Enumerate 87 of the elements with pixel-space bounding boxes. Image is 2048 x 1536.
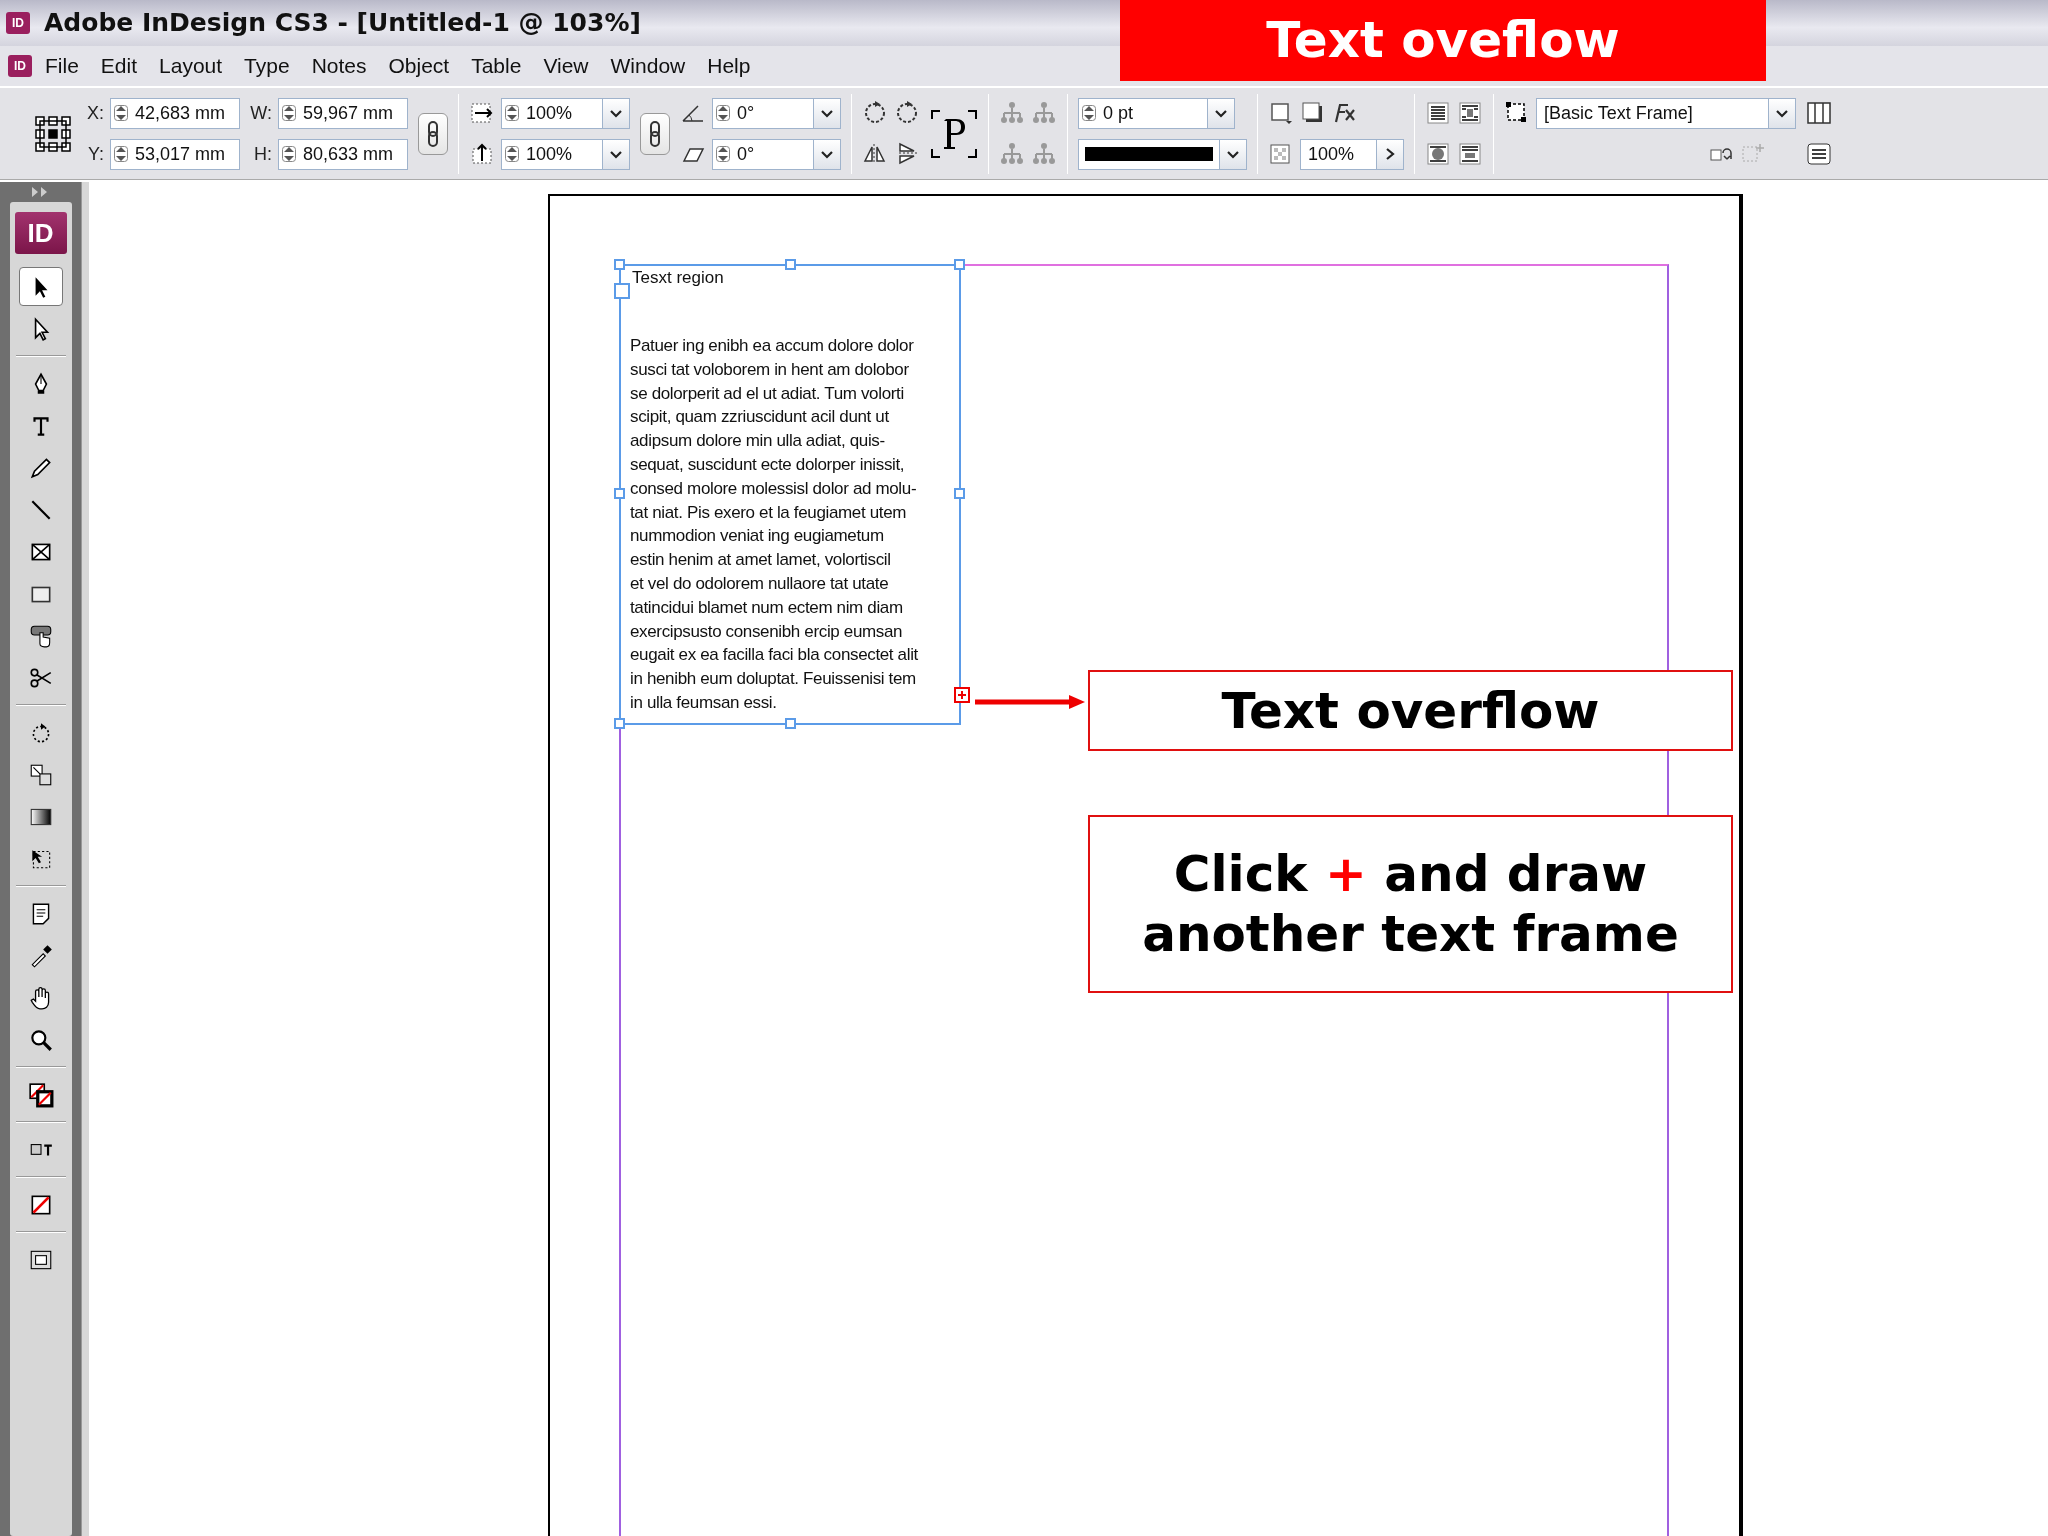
app-icon: ID xyxy=(8,55,32,77)
field-label: H: xyxy=(253,142,272,166)
field-label: X: xyxy=(86,101,104,125)
fill-stroke-icon xyxy=(27,1081,54,1108)
caret-icon xyxy=(1226,148,1240,160)
menu-item[interactable]: Object xyxy=(379,48,459,84)
panel-menu-icon[interactable] xyxy=(1806,141,1832,167)
app-logo: ID xyxy=(14,212,67,254)
jump-object-icon[interactable] xyxy=(1457,141,1483,167)
menu-item[interactable]: Table xyxy=(462,48,531,84)
stroke-swatch-icon xyxy=(1085,147,1213,161)
chevron-right-icon xyxy=(1384,147,1396,161)
window-title: Adobe InDesign CS3 - [Untitled-1 @ 103%] xyxy=(44,7,641,40)
menu-item[interactable]: Edit xyxy=(91,48,147,84)
scale-height-icon[interactable] xyxy=(469,141,495,167)
menu-item[interactable]: Window xyxy=(601,48,695,84)
resize-handle[interactable] xyxy=(785,718,796,729)
object-style-dropdown[interactable]: [Basic Text Frame] xyxy=(1536,97,1769,129)
numeric-field[interactable]: 0° xyxy=(712,138,814,170)
menu-item[interactable]: View xyxy=(534,48,598,84)
frame-heading: Tesxt region xyxy=(632,267,724,289)
caret-icon xyxy=(1775,107,1789,119)
dropdown-button[interactable] xyxy=(602,97,630,129)
reference-point-icon[interactable] xyxy=(34,114,72,153)
resize-handle[interactable] xyxy=(614,718,625,729)
spinner-icon[interactable] xyxy=(1082,105,1096,121)
resize-handle[interactable] xyxy=(614,488,625,499)
spinner-icon[interactable] xyxy=(114,105,128,121)
field-label: Y: xyxy=(87,142,104,166)
scale-width-icon[interactable] xyxy=(469,100,495,126)
wrap-shape-icon[interactable] xyxy=(1425,141,1451,167)
numeric-field[interactable]: 0° xyxy=(712,97,814,129)
spinner-icon[interactable] xyxy=(282,146,296,162)
spinner-icon[interactable] xyxy=(716,146,730,162)
numeric-field[interactable]: 0 pt xyxy=(1078,97,1208,129)
constrain-button[interactable] xyxy=(418,112,448,155)
menu-item[interactable]: Notes xyxy=(302,48,376,84)
dropdown-button[interactable] xyxy=(813,97,841,129)
text-columns-icon[interactable] xyxy=(1425,100,1451,126)
spinner-icon[interactable] xyxy=(505,146,519,162)
spinner-icon[interactable] xyxy=(282,105,296,121)
frame-corner-icon[interactable] xyxy=(1268,100,1294,126)
dropdown-button[interactable] xyxy=(1219,138,1247,170)
caret-icon xyxy=(609,107,623,119)
numeric-field[interactable]: 100% xyxy=(501,138,603,170)
numeric-field[interactable]: 42,683 mm xyxy=(110,97,240,129)
overflow-plus-icon[interactable] xyxy=(954,687,970,703)
stroke-swatch-field[interactable] xyxy=(1078,138,1220,170)
rotate-clockwise-icon[interactable] xyxy=(862,100,888,126)
spinner-icon[interactable] xyxy=(114,146,128,162)
numeric-field[interactable]: 59,967 mm xyxy=(278,97,408,129)
spinner-icon[interactable] xyxy=(505,105,519,121)
menu-item[interactable]: Type xyxy=(235,48,299,84)
dropdown-button[interactable] xyxy=(602,138,630,170)
body-text: Patuer ing enibh ea accum dolore dolor susci tat voloborem in hent am dolobor se dolorperit ad el ut adiat. Tum volorti scipit, quam zzriuscidunt acil dunt ut adipsum dolore min ulla adiat, quis- sequat, suscidunt ecte dolorper inissit, consed molore molessisl dolor ad molu- tat niat. Pis exero et la feugiamet utem nummodion veniat ing eugiametum estin henim at amet lamet, volortiscil et vel do odolorem nullaore tat utate tatincidui blamet num ectem nim diam exercipsusto consenibh ercip eumsan eugait ex ea facilla faci bla consectet alit in henibh eum doluptat. Feuissenisi tem in ulla feumsan essi. xyxy=(630,335,918,714)
resize-handle[interactable] xyxy=(954,488,965,499)
stepper-button[interactable] xyxy=(1376,138,1404,170)
field-label: W: xyxy=(250,101,272,125)
caret-icon xyxy=(1214,107,1228,119)
direction-p-icon[interactable] xyxy=(930,108,978,159)
callout-text: Click + and draw another text frame xyxy=(1142,844,1679,964)
menu-item[interactable]: File xyxy=(36,48,88,84)
resize-handle[interactable] xyxy=(954,259,965,270)
numeric-field[interactable]: 100% xyxy=(1300,138,1377,170)
numeric-field[interactable]: 80,633 mm xyxy=(278,138,408,170)
dropdown-button[interactable] xyxy=(1768,97,1796,129)
caret-icon xyxy=(820,148,834,160)
app-icon: ID xyxy=(6,12,30,34)
wrap-bounding-box-icon[interactable] xyxy=(1457,100,1483,126)
tool-button[interactable] xyxy=(18,267,63,306)
menu-item[interactable]: Help xyxy=(698,48,760,84)
text-frame[interactable] xyxy=(619,264,961,725)
columns-icon[interactable] xyxy=(1806,100,1832,126)
spinner-icon[interactable] xyxy=(716,105,730,121)
banner-title: Text oveflow xyxy=(1120,0,1766,81)
resize-handle[interactable] xyxy=(785,259,796,270)
dropdown-button[interactable] xyxy=(813,138,841,170)
menu-item[interactable]: Layout xyxy=(150,48,232,84)
caret-icon xyxy=(820,107,834,119)
caret-icon xyxy=(609,148,623,160)
dropdown-button[interactable] xyxy=(1207,97,1235,129)
callout-label: Text overflow xyxy=(1088,670,1733,751)
constrain-button[interactable] xyxy=(640,112,670,155)
in-port[interactable] xyxy=(614,283,630,299)
numeric-field[interactable]: 53,017 mm xyxy=(110,138,240,170)
resize-handle[interactable] xyxy=(614,259,625,270)
numeric-field[interactable]: 100% xyxy=(501,97,603,129)
